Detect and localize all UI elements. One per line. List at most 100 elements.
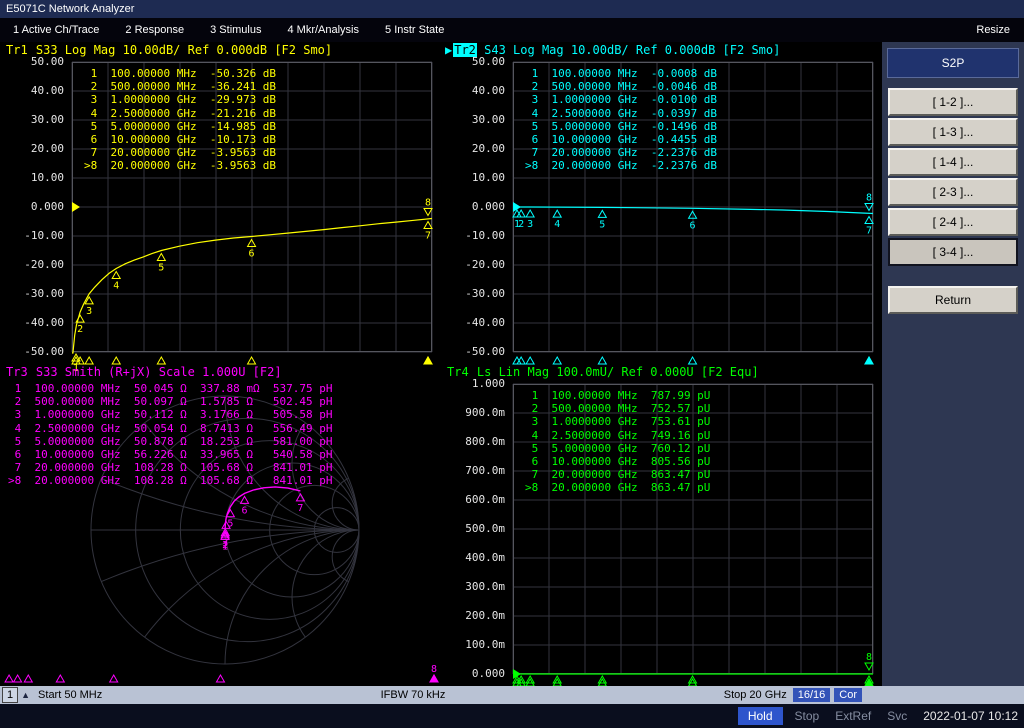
marker-table-row: 6 10.000000 GHz 805.56 pU [525, 455, 711, 469]
marker-table-row: 2 500.00000 MHz -0.0046 dB [525, 80, 718, 94]
y-axis-tick: -20.00 [465, 258, 505, 271]
y-axis-tick: 10.00 [30, 171, 64, 184]
active-trace-arrow: ▶ [445, 43, 453, 57]
softkey-1-3[interactable]: [ 1-3 ]... [888, 118, 1018, 146]
trace-label: Tr4 [447, 365, 469, 379]
y-axis-tick: 100.0m [465, 638, 505, 651]
y-axis-labels: 50.00 40.00 30.00 20.00 10.00 0.000 -10.00 -20.… [0, 55, 68, 358]
menu-instr-state[interactable]: 5 Instr State [372, 24, 457, 36]
trace-title-tr3[interactable]: Tr3 S33 Smith (R+jX) Scale 1.000U [F2] [4, 365, 282, 379]
trace-settings: S33 Smith (R+jX) Scale 1.000U [F2] [28, 365, 282, 379]
y-axis-tick: 0.000 [471, 667, 505, 680]
correction-badge: Cor [834, 688, 862, 702]
marker-table-row: 1 100.00000 MHz 787.99 pU [525, 389, 711, 402]
y-axis-tick: 40.00 [30, 84, 64, 97]
marker-table-row: 2 500.00000 MHz 752.57 pU [525, 402, 711, 416]
y-axis-tick: 30.00 [30, 113, 64, 126]
extref-indicator: ExtRef [835, 709, 872, 723]
svg-text:8: 8 [425, 197, 431, 208]
stop-indicator: Stop [794, 709, 820, 723]
y-axis-tick: 400.0m [465, 551, 505, 564]
menu-mkr-analysis[interactable]: 4 Mkr/Analysis [274, 24, 372, 36]
status-bar: 1 ▲ Start 50 MHz IFBW 70 kHz Stop 20 GHz… [0, 686, 1024, 704]
softkey-menu-title: S2P [887, 48, 1019, 78]
y-axis-tick: -30.00 [24, 287, 64, 300]
y-axis-tick: 200.0m [465, 609, 505, 622]
softkey-3-4[interactable]: [ 3-4 ]... [888, 238, 1018, 266]
marker-table-tr4: 1 100.00000 MHz 787.99 pU 2 500.00000 MH… [525, 389, 710, 495]
hold-indicator: Hold [737, 707, 783, 725]
svg-text:5: 5 [227, 519, 233, 530]
marker-table-row: 5 5.0000000 GHz 50.878 Ω 18.253 Ω 581.00… [8, 434, 333, 448]
svg-text:7: 7 [425, 230, 431, 241]
svg-text:8: 8 [431, 664, 437, 675]
svg-text:6: 6 [242, 505, 248, 516]
trace-panel-tr1: Tr1 S33 Log Mag 10.00dB/ Ref 0.000dB [F2… [0, 42, 441, 374]
clock: 2022-01-07 10:12 [923, 709, 1018, 723]
svg-text:7: 7 [297, 503, 303, 514]
svg-text:8: 8 [866, 192, 872, 203]
svg-text:4: 4 [223, 530, 229, 541]
trace-settings: S43 Log Mag 10.00dB/ Ref 0.000dB [F2 Smo… [476, 43, 781, 57]
y-axis-tick: -40.00 [24, 316, 64, 329]
y-axis-tick: 300.0m [465, 580, 505, 593]
marker-table-row: >8 20.000000 GHz 863.47 pU [525, 481, 711, 495]
marker-table-row: 4 2.5000000 GHz -0.0397 dB [525, 106, 718, 120]
svg-text:8: 8 [866, 652, 872, 663]
svg-text:6: 6 [249, 249, 255, 260]
marker-table-row: 4 2.5000000 GHz -21.216 dB [84, 106, 277, 120]
return-button[interactable]: Return [888, 286, 1018, 314]
marker-table-row: 3 1.0000000 GHz -29.973 dB [84, 93, 277, 107]
marker-table-row: >8 20.000000 GHz 108.28 Ω 105.68 Ω 841.0… [8, 474, 333, 488]
svg-text:7: 7 [866, 225, 872, 236]
trace-label: Tr1 [6, 43, 28, 57]
trace-settings: S33 Log Mag 10.00dB/ Ref 0.000dB [F2 Smo… [28, 43, 333, 57]
svg-text:2: 2 [518, 219, 524, 230]
resize-button[interactable]: Resize [962, 24, 1024, 36]
svg-text:5: 5 [599, 219, 605, 230]
trace-settings: Ls Lin Mag 100.0mU/ Ref 0.000U [F2 Equ] [469, 365, 759, 379]
trace-panel-tr2: ▶ Tr2 S43 Log Mag 10.00dB/ Ref 0.000dB [F… [441, 42, 882, 365]
y-axis-tick: 500.0m [465, 522, 505, 535]
y-axis-tick: 700.0m [465, 464, 505, 477]
marker-table-row: 7 20.000000 GHz 863.47 pU [525, 468, 711, 482]
marker-table-tr2: 1 100.00000 MHz -0.0008 dB 2 500.00000 M… [525, 67, 717, 173]
y-axis-tick: -10.00 [465, 229, 505, 242]
y-axis-tick: 1.000 [471, 377, 505, 390]
menu-bar: 1 Active Ch/Trace 2 Response 3 Stimulus … [0, 18, 1024, 42]
y-axis-tick: -30.00 [465, 287, 505, 300]
window-title: E5071C Network Analyzer [0, 0, 1024, 18]
marker-table-row: >8 20.000000 GHz -3.9563 dB [84, 159, 277, 173]
softkey-1-2[interactable]: [ 1-2 ]... [888, 88, 1018, 116]
marker-table-row: 1 100.00000 MHz -0.0008 dB [525, 67, 718, 80]
svg-text:2: 2 [77, 324, 83, 335]
marker-table-row: 5 5.0000000 GHz 760.12 pU [525, 441, 711, 455]
y-axis-tick: 10.00 [471, 171, 505, 184]
svg-text:6: 6 [690, 220, 696, 231]
svg-text:4: 4 [113, 281, 119, 292]
menu-active-ch-trace[interactable]: 1 Active Ch/Trace [0, 24, 112, 36]
softkey-2-4[interactable]: [ 2-4 ]... [888, 208, 1018, 236]
svc-indicator: Svc [887, 709, 908, 723]
softkey-1-4[interactable]: [ 1-4 ]... [888, 148, 1018, 176]
marker-table-row: 7 20.000000 GHz -3.9563 dB [84, 146, 277, 160]
marker-table-row: 7 20.000000 GHz -2.2376 dB [525, 146, 718, 160]
y-axis-tick: 0.000 [471, 200, 505, 213]
marker-table-row: 5 5.0000000 GHz -0.1496 dB [525, 119, 718, 133]
marker-table-row: 3 1.0000000 GHz 50.112 Ω 3.1766 Ω 505.58… [8, 408, 333, 422]
y-axis-tick: 600.0m [465, 493, 505, 506]
trace-label: Tr3 [6, 365, 28, 379]
menu-response[interactable]: 2 Response [112, 24, 197, 36]
y-axis-tick: 900.0m [465, 406, 505, 419]
menu-stimulus[interactable]: 3 Stimulus [197, 24, 274, 36]
y-axis-labels: 50.00 40.00 30.00 20.00 10.00 0.000 -10.00 -20.… [441, 55, 509, 358]
marker-table-tr3: 1 100.00000 MHz 50.045 Ω 337.88 mΩ 537.7… [8, 382, 333, 488]
marker-table-row: 1 100.00000 MHz 50.045 Ω 337.88 mΩ 537.7… [8, 382, 333, 395]
softkey-2-3[interactable]: [ 2-3 ]... [888, 178, 1018, 206]
channel-indicator: 1 [2, 687, 19, 703]
y-axis-tick: 30.00 [471, 113, 505, 126]
instrument-status-bar: Hold Stop ExtRef Svc 2022-01-07 10:12 [0, 704, 1024, 728]
channel-marker-icon: ▲ [21, 690, 31, 700]
y-axis-tick: 800.0m [465, 435, 505, 448]
marker-table-row: 4 2.5000000 GHz 749.16 pU [525, 428, 711, 442]
